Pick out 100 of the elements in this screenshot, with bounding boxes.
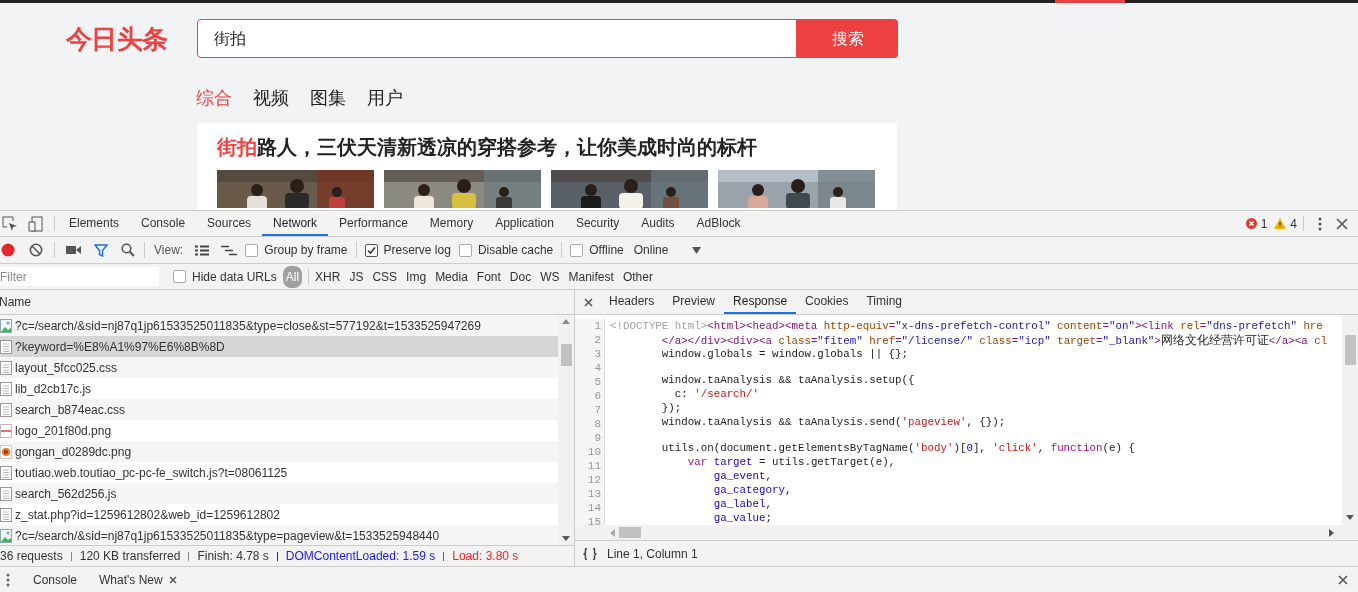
record-icon[interactable]: [1, 243, 15, 257]
checkbox-label[interactable]: Group by frame: [264, 241, 348, 259]
line-number: 10: [587, 445, 601, 459]
panel-tab[interactable]: Network: [262, 211, 329, 236]
type-filter[interactable]: Other: [619, 265, 656, 288]
line-number: 6: [594, 389, 601, 403]
panel-tab[interactable]: Console: [130, 211, 197, 236]
code-line: });: [660, 401, 682, 415]
checkbox[interactable]: [570, 243, 584, 257]
request-row[interactable]: ?c=/search/&sid=nj87q1jp61533525011835&type=pageview&t=1533525948440: [0, 525, 558, 545]
request-row[interactable]: search_562d256.js: [0, 483, 558, 504]
search-field[interactable]: 街拍: [197, 19, 797, 58]
panel-tab[interactable]: Elements: [58, 211, 131, 236]
checkbox[interactable]: [364, 243, 378, 257]
throttling-dropdown[interactable]: Online: [633, 241, 702, 259]
clear-icon[interactable]: [29, 243, 43, 257]
braces-icon[interactable]: [583, 547, 597, 560]
category-tab[interactable]: 用户: [367, 85, 403, 112]
emblem-icon: [0, 444, 12, 459]
scroll-down-icon[interactable]: [562, 536, 570, 541]
panel-tab[interactable]: Memory: [418, 211, 485, 236]
error-count[interactable]: 1: [1260, 214, 1268, 233]
panel-tab[interactable]: Application: [484, 211, 565, 236]
type-filter[interactable]: CSS: [369, 265, 401, 288]
code-line: var target = utils.getTarget(e),: [686, 455, 896, 469]
scroll-thumb[interactable]: [1344, 335, 1356, 365]
detail-tab[interactable]: Cookies: [796, 290, 858, 314]
device-icon[interactable]: [28, 215, 44, 232]
summary-text: 120 KB transferred: [79, 548, 181, 565]
panel-tab[interactable]: Security: [564, 211, 631, 236]
line-number: 11: [587, 459, 601, 473]
type-filter[interactable]: Font: [473, 265, 504, 288]
inspect-icon[interactable]: [2, 215, 18, 232]
filter-icon[interactable]: [94, 243, 108, 257]
drawer-tab[interactable]: Console: [24, 570, 87, 589]
scroll-up-icon[interactable]: [562, 319, 570, 324]
close-icon[interactable]: [584, 297, 593, 307]
checkbox[interactable]: [245, 243, 259, 257]
panel-tab[interactable]: Performance: [328, 211, 419, 236]
checkbox-label[interactable]: Disable cache: [477, 241, 554, 259]
search-icon[interactable]: [121, 243, 135, 257]
waterfall-icon[interactable]: [221, 244, 238, 256]
request-row[interactable]: ?keyword=%E8%A1%97%E6%8B%8D: [0, 336, 558, 357]
scroll-thumb[interactable]: [619, 527, 641, 538]
checkbox[interactable]: [458, 243, 472, 257]
code-line: window.taAnalysis && taAnalysis.send('pageview', {});: [660, 415, 1006, 429]
scroll-down-icon[interactable]: [1346, 515, 1354, 520]
checkbox-label[interactable]: Offline: [589, 241, 624, 259]
type-filter[interactable]: Doc: [506, 265, 535, 288]
scroll-thumb[interactable]: [560, 344, 572, 366]
image-file-icon: [0, 423, 12, 438]
line-number: 3: [594, 347, 601, 361]
scrollbar[interactable]: [558, 315, 574, 545]
request-row[interactable]: layout_5fcc025.css: [0, 357, 558, 378]
more-icon[interactable]: [1318, 216, 1322, 231]
column-header[interactable]: Name: [0, 293, 31, 311]
category-tab[interactable]: 综合: [196, 85, 232, 112]
type-filter[interactable]: Media: [432, 265, 471, 288]
category-tab[interactable]: 视频: [253, 85, 289, 112]
close-icon[interactable]: [168, 575, 177, 584]
more-icon[interactable]: [6, 572, 10, 587]
request-row[interactable]: ?c=/search/&sid=nj87q1jp61533525011835&type=close&st=577192&t=1533525947269: [0, 315, 558, 336]
request-row[interactable]: search_b874eac.css: [0, 399, 558, 420]
type-filter[interactable]: JS: [346, 265, 367, 288]
code-line: <!DOCTYPE html><html><head><meta http-equiv="x-dns-prefetch-control" content="on"><link rel="dns-prefetch" hre: [610, 319, 1323, 333]
horizontal-scrollbar[interactable]: [575, 525, 1342, 540]
video-camera-icon[interactable]: [66, 245, 81, 255]
type-filter[interactable]: WS: [537, 265, 563, 288]
detail-tab[interactable]: Preview: [663, 290, 725, 314]
type-filter[interactable]: Img: [403, 265, 430, 288]
close-icon[interactable]: [1336, 217, 1348, 230]
warning-count[interactable]: 4: [1290, 214, 1297, 233]
scroll-right-icon[interactable]: [1329, 528, 1334, 537]
checkbox-label[interactable]: Hide data URLs: [192, 267, 277, 286]
summary-text: Finish: 4.78 s: [197, 548, 269, 565]
drawer-tab[interactable]: What's New: [90, 570, 186, 589]
checkbox-label[interactable]: Preserve log: [383, 241, 451, 259]
line-number: 12: [587, 473, 601, 487]
panel-tab[interactable]: AdBlock: [685, 211, 752, 236]
document-icon: [0, 339, 12, 354]
type-filter[interactable]: XHR: [312, 265, 344, 288]
detail-tab[interactable]: Headers: [600, 290, 664, 314]
request-row[interactable]: gongan_d0289dc.png: [0, 441, 558, 462]
type-filter[interactable]: Manifest: [565, 265, 617, 288]
summary-text: Load: 3.80 s: [452, 548, 519, 565]
panel-tab[interactable]: Audits: [630, 211, 686, 236]
line-number: 8: [594, 417, 601, 431]
close-icon[interactable]: [1338, 574, 1348, 585]
view-label: View:: [154, 242, 184, 259]
filter-field[interactable]: Filter: [0, 267, 159, 286]
cursor-position: Line 1, Column 1: [607, 545, 698, 563]
scrollbar[interactable]: [1342, 315, 1358, 540]
detail-tab[interactable]: Timing: [857, 290, 911, 314]
search-button[interactable]: 搜索: [797, 19, 898, 58]
checkbox[interactable]: [173, 270, 186, 283]
panel-tab[interactable]: Sources: [196, 211, 263, 236]
image-file-icon: [0, 528, 12, 543]
list-icon[interactable]: [195, 244, 210, 256]
result-title[interactable]: 街拍路人，三伏天清新透凉的穿搭参考，让你美成时尚的标杆: [217, 133, 897, 161]
category-tab[interactable]: 图集: [310, 85, 346, 112]
